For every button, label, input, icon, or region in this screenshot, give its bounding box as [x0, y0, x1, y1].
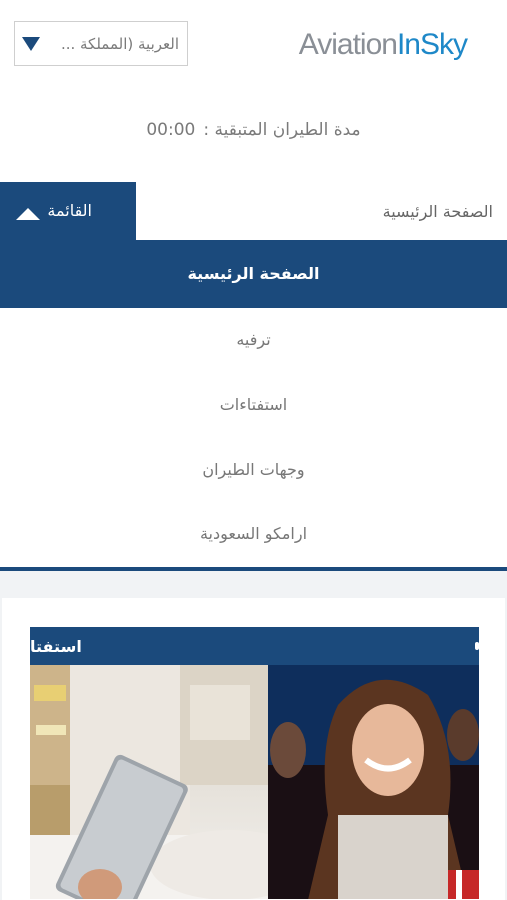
flight-time-label: مدة الطيران المتبقية :	[203, 120, 361, 140]
nav-menu: الصفحة الرئيسية ترفيه استفتاءات وجهات ال…	[0, 240, 507, 568]
cinema-illustration	[268, 665, 479, 899]
menu-item-destinations[interactable]: وجهات الطيران	[0, 460, 507, 479]
menu-toggle-button[interactable]: القائمة	[0, 182, 136, 240]
cinema-image[interactable]	[268, 665, 479, 899]
logo-text-aviation: Aviation	[298, 28, 398, 61]
flight-time-remaining: مدة الطيران المتبقية : 00:00	[0, 120, 507, 140]
menu-item-entertainment[interactable]: ترفيه	[0, 330, 507, 349]
app-page: العربية (المملكة ... AviationInSky مدة ا…	[0, 0, 507, 900]
navbar: القائمة الصفحة الرئيسية	[0, 182, 507, 240]
promo-header[interactable]: استفتا	[30, 627, 479, 665]
menu-item-home[interactable]: الصفحة الرئيسية	[0, 240, 507, 308]
language-select-value: العربية (المملكة ...	[60, 35, 179, 53]
chevron-down-icon	[22, 37, 40, 51]
menu-toggle-label: القائمة	[47, 201, 92, 220]
tablet-user-illustration	[30, 665, 268, 899]
triangle-up-icon	[16, 208, 40, 220]
language-select[interactable]: العربية (المملكة ...	[14, 21, 188, 66]
tablet-user-image[interactable]	[30, 665, 268, 899]
logo-text-insky: InSky	[396, 28, 468, 61]
menu-item-surveys[interactable]: استفتاءات	[0, 395, 507, 414]
app-logo[interactable]: AviationInSky	[298, 28, 468, 62]
current-page-title: الصفحة الرئيسية	[382, 202, 493, 221]
promo-title: استفتا	[30, 637, 82, 656]
carousel-dot-icon	[475, 642, 479, 650]
menu-item-saudi-aramco[interactable]: ارامكو السعودية	[0, 524, 507, 543]
flight-time-value: 00:00	[146, 120, 196, 140]
